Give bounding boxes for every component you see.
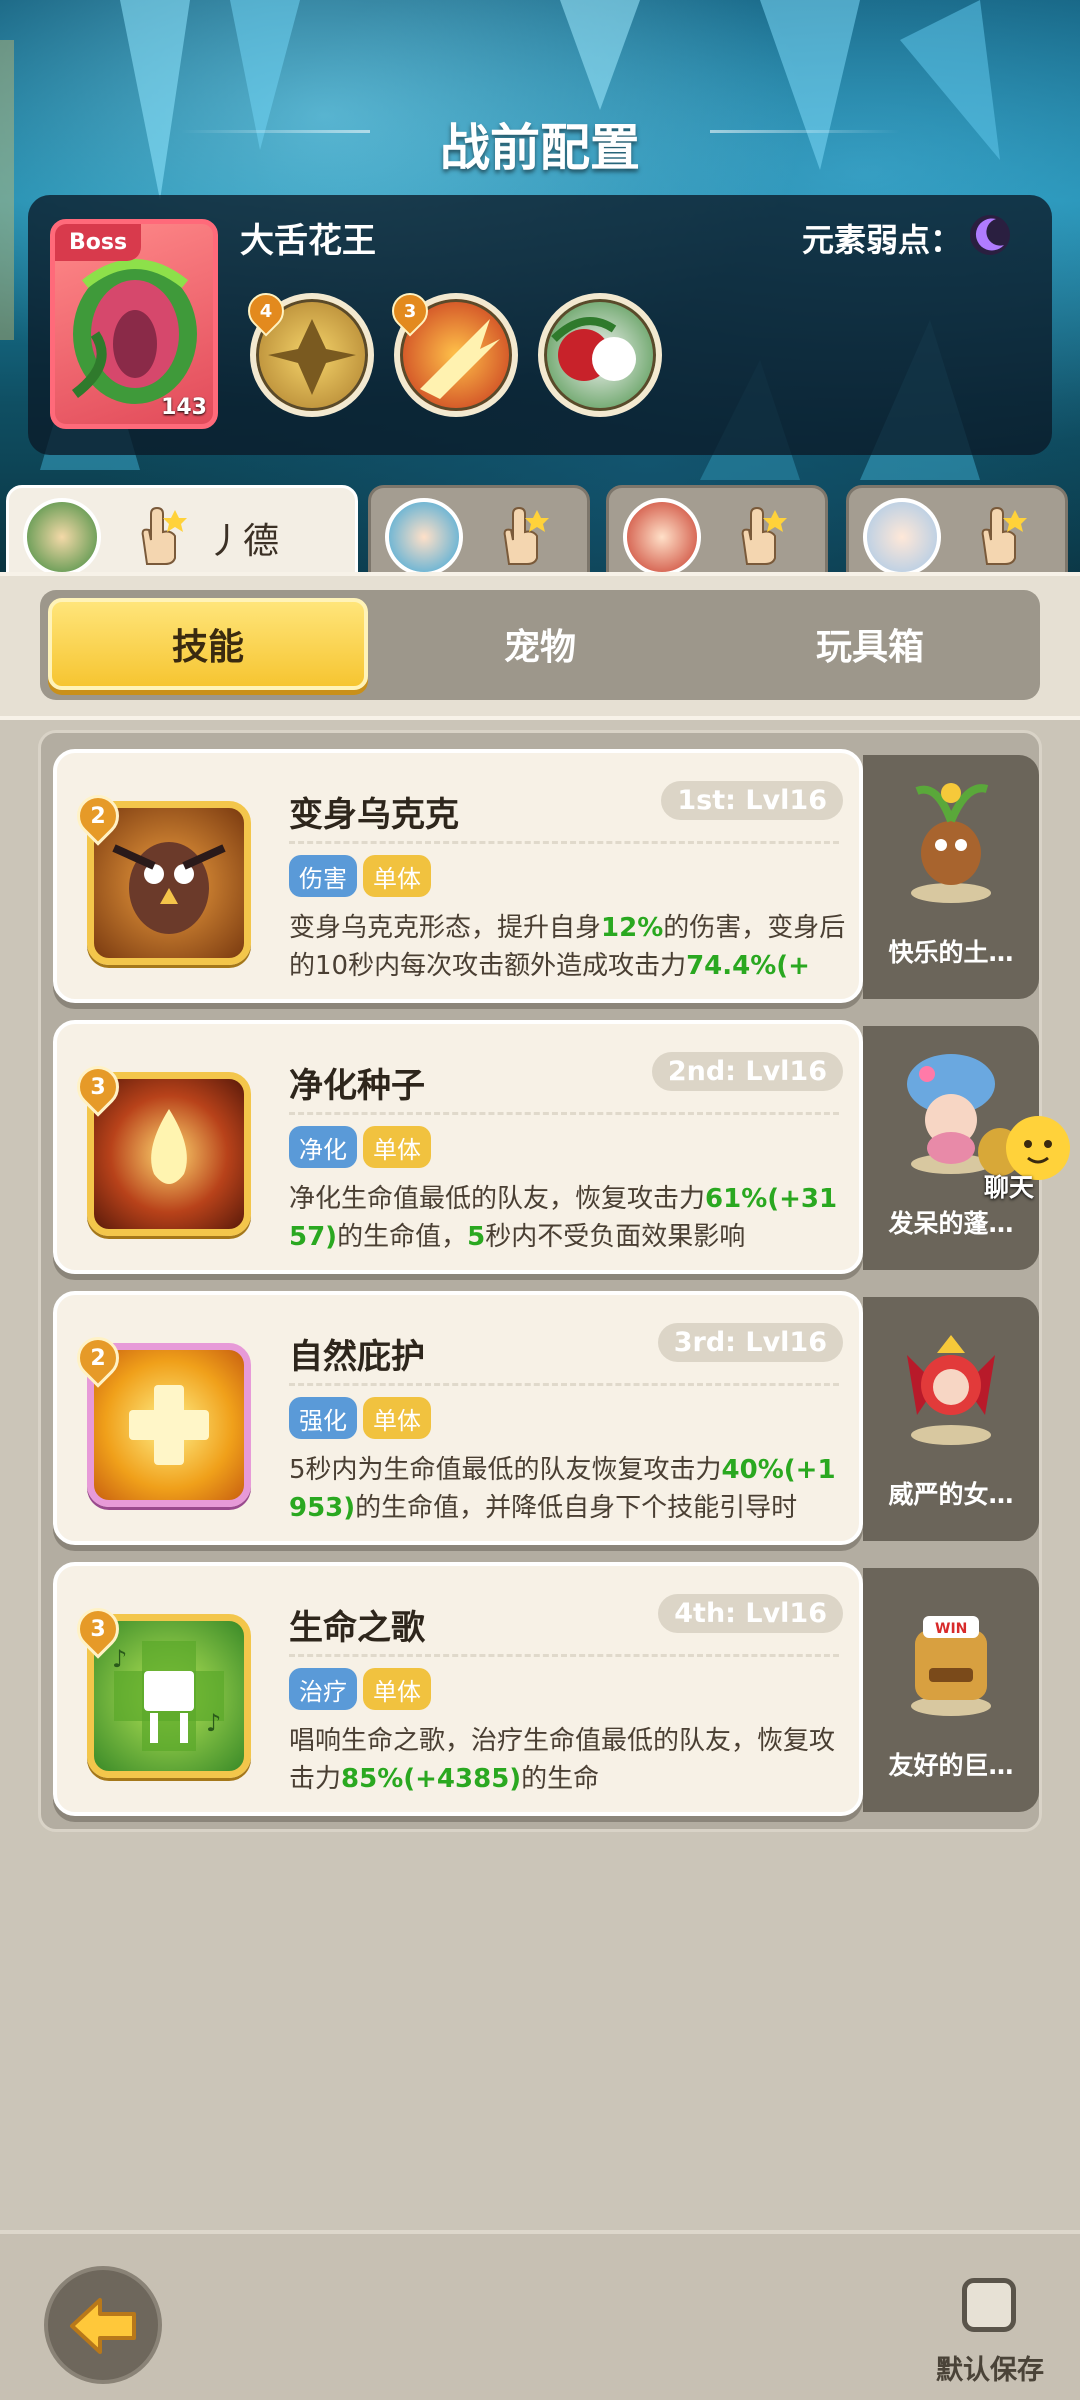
hero-tab-4[interactable] (846, 485, 1068, 585)
skill-tag-target: 单体 (363, 855, 431, 897)
pet-name: 快乐的土… (888, 938, 1014, 967)
skill-description: 5秒内为生命值最低的队友恢复攻击力40%(+1953)的生命值，并降低自身下个技… (289, 1455, 836, 1539)
friendly-giant-pet-icon: WIN (911, 1616, 991, 1716)
category-tabbar-track: 技能 宠物 玩具箱 (40, 590, 1040, 700)
svg-text:WIN: WIN (935, 1621, 967, 1637)
happy-earth-pet-icon (911, 783, 991, 903)
tab-toybox[interactable]: 玩具箱 (710, 598, 1030, 690)
boss-level: 143 (161, 395, 207, 420)
skill-card[interactable]: 3 净化种子 2nd: Lvl16 净化 单体 净化生命值最低的队友，恢复攻击力… (53, 1020, 863, 1274)
boss-skill-3[interactable] (538, 293, 662, 417)
default-save-label: 默认保存 (936, 2355, 1044, 2386)
divider (289, 1112, 839, 1115)
skill-name: 自然庇护 (289, 1337, 425, 1377)
hero-tab-2[interactable] (368, 485, 590, 585)
skill-tag-target: 单体 (363, 1397, 431, 1439)
default-save-checkbox[interactable] (962, 2278, 1016, 2332)
skill-card[interactable]: 2 变身乌克克 1st: Lvl16 伤害 单体 变身乌克克形态，提升自身12%… (53, 749, 863, 1003)
back-arrow-icon (70, 2298, 136, 2354)
skill-card[interactable]: 2 自然庇护 3rd: Lvl16 强化 单体 5秒内为生命值最低的队友恢复攻击… (53, 1291, 863, 1545)
hero-name: 丿德 (207, 521, 280, 562)
skill-row[interactable]: ♪ ♪ 3 生命之歌 4th: Lvl16 治疗 单体 唱响生命之歌，治疗生命值最… (53, 1562, 1043, 1816)
boss-skill-2[interactable]: 3 (384, 285, 518, 417)
pointing-hand-icon (503, 506, 549, 565)
boss-portrait[interactable]: Boss 143 (50, 219, 218, 429)
tab-skills[interactable]: 技能 (48, 598, 368, 690)
vine-bite-icon (551, 317, 636, 381)
skill-tag-target: 单体 (363, 1126, 431, 1168)
divider (289, 841, 839, 844)
skill-name: 生命之歌 (289, 1608, 425, 1648)
divider (289, 1654, 839, 1657)
skill-tag-type: 净化 (289, 1126, 357, 1168)
pet-slot[interactable]: 威严的女… (863, 1297, 1039, 1541)
skill-row[interactable]: 3 净化种子 2nd: Lvl16 净化 单体 净化生命值最低的队友，恢复攻击力… (53, 1020, 1043, 1274)
pet-name: 友好的巨… (888, 1751, 1014, 1780)
skill-name: 变身乌克克 (289, 795, 459, 835)
category-tabbar: 技能 宠物 玩具箱 (0, 572, 1080, 720)
pet-name: 威严的女… (888, 1480, 1014, 1509)
boss-name: 大舌花王 (240, 221, 376, 261)
skill-level-badge: 1st: Lvl16 (661, 781, 843, 820)
skill-row[interactable]: 2 变身乌克克 1st: Lvl16 伤害 单体 变身乌克克形态，提升自身12%… (53, 749, 1043, 1003)
pointing-hand-icon (141, 506, 187, 565)
skill-name: 净化种子 (289, 1066, 425, 1106)
divider (289, 1383, 839, 1386)
boss-tag: Boss (55, 224, 142, 261)
skill-card[interactable]: ♪ ♪ 3 生命之歌 4th: Lvl16 治疗 单体 唱响生命之歌，治疗生命值最… (53, 1562, 863, 1816)
bottom-bar: 默认保存 (0, 2230, 1080, 2400)
moon-icon (970, 215, 1010, 255)
pointing-hand-icon (741, 506, 787, 565)
skill-level-badge: 2nd: Lvl16 (651, 1052, 843, 1091)
boss-info-panel: Boss 143 大舌花王 元素弱点： 4 3 (28, 195, 1052, 455)
svg-text:♪: ♪ (206, 1709, 221, 1737)
chat-label[interactable]: 聊天 (984, 1168, 1034, 1204)
skill-tag-type: 伤害 (289, 855, 357, 897)
majestic-queen-pet-icon (907, 1335, 995, 1445)
skill-list: 2 变身乌克克 1st: Lvl16 伤害 单体 变身乌克克形态，提升自身12%… (38, 730, 1042, 1832)
pet-slot[interactable]: 快乐的土… (863, 755, 1039, 999)
page-title: 战前配置 (440, 119, 640, 177)
skill-tag-target: 单体 (363, 1668, 431, 1710)
boss-skill-1[interactable]: 4 (240, 285, 374, 417)
back-button[interactable] (44, 2266, 162, 2384)
pet-slot[interactable]: WIN 友好的巨… (863, 1568, 1039, 1812)
hero-tab-1[interactable]: 丿德 (6, 485, 358, 585)
druid-hero-avatar (23, 498, 101, 576)
skill-tag-type: 强化 (289, 1397, 357, 1439)
svg-text:♪: ♪ (112, 1645, 127, 1673)
skill-description: 变身乌克克形态，提升自身12%的伤害，变身后的10秒内每次攻击额外造成攻击力74… (289, 913, 846, 997)
element-weakness-label: 元素弱点： (801, 221, 962, 259)
skill-level-badge: 4th: Lvl16 (658, 1594, 843, 1633)
skill-level-badge: 3rd: Lvl16 (657, 1323, 843, 1362)
silver-hair-hero-avatar (863, 498, 941, 576)
skill-row[interactable]: 2 自然庇护 3rd: Lvl16 强化 单体 5秒内为生命值最低的队友恢复攻击… (53, 1291, 1043, 1545)
skill-description: 净化生命值最低的队友，恢复攻击力61%(+3157)的生命值，5秒内不受负面效果… (289, 1184, 838, 1252)
pointing-hand-icon (981, 506, 1027, 565)
blue-hair-hero-avatar (385, 498, 463, 576)
red-hair-hero-avatar (623, 498, 701, 576)
tab-pets[interactable]: 宠物 (380, 598, 700, 690)
skill-tag-type: 治疗 (289, 1668, 357, 1710)
hero-tab-3[interactable] (606, 485, 828, 585)
skill-description: 唱响生命之歌，治疗生命值最低的队友，恢复攻击力85%(+4385)的生命 (289, 1726, 836, 1794)
